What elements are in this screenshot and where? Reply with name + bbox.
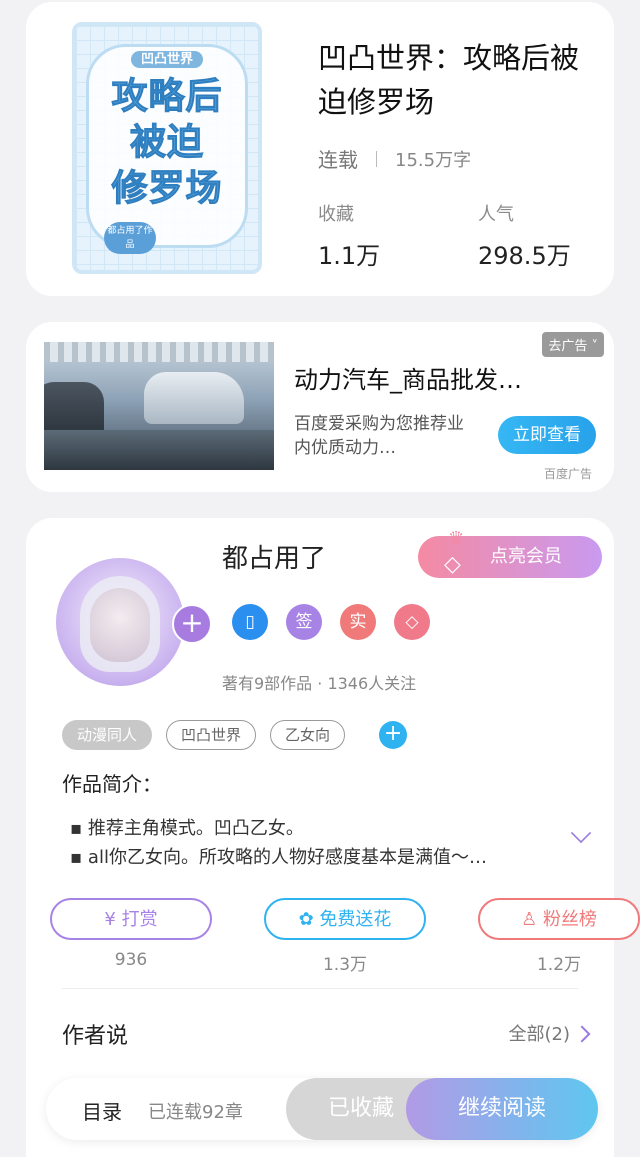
- ad-image-rails: [44, 342, 274, 362]
- ad-image-car: [144, 372, 244, 424]
- tag[interactable]: 动漫同人: [62, 720, 153, 750]
- vip-button-label: 点亮会员: [490, 546, 562, 567]
- author-info: 著有9部作品 · 1346人关注: [222, 674, 417, 693]
- ad-image[interactable]: [44, 342, 274, 470]
- free-flower-button[interactable]: ✿ 免费送花: [264, 898, 426, 940]
- fans-action: ♙ 粉丝榜 1.2万: [478, 898, 640, 975]
- add-tag-icon[interactable]: +: [379, 721, 408, 749]
- remove-ad-button[interactable]: 去广告 ˅: [542, 332, 604, 357]
- book-meta: 连载 15.5万字: [318, 144, 471, 173]
- tag-list: 动漫同人 凹凸世界 乙女向 +: [62, 720, 408, 750]
- avatar-face: [90, 588, 150, 662]
- flower-action: ✿ 免费送花 1.3万: [264, 898, 426, 975]
- stat-favorites: 收藏 1.1万: [318, 200, 380, 271]
- fans-icon: ♙: [521, 909, 538, 930]
- toc-button[interactable]: 目录: [82, 1096, 122, 1125]
- chevron-down-icon[interactable]: [570, 822, 592, 844]
- author-name[interactable]: 都占用了: [222, 538, 326, 575]
- flower-icon: ✿: [298, 909, 314, 930]
- stat-value: 1.1万: [318, 242, 381, 270]
- tip-action: ¥ 打赏 936: [50, 898, 212, 975]
- book-header-card: 凹凸世界 攻略后 被迫 修罗场 都占用了作品 凹凸世界：攻略后被迫修罗场 连载 …: [26, 2, 614, 296]
- cover-title-line: 修罗场: [111, 168, 223, 210]
- cover-title: 攻略后 被迫 修罗场: [76, 74, 258, 212]
- cover-author-badge: 都占用了作品: [104, 222, 156, 254]
- cover-title-line: 攻略后: [111, 76, 223, 118]
- ad-card[interactable]: 去广告 ˅ 动力汽车_商品批发… 百度爱采购为您推荐业内优质动力… 立即查看 百…: [26, 322, 614, 492]
- continue-reading-button[interactable]: 继续阅读: [406, 1078, 598, 1140]
- author-badges: ▯ 签 实 ◇: [232, 604, 448, 640]
- author-card: + 都占用了 ♛ ◇ 点亮会员 ▯ 签 实 ◇ 著有9部作品 · 1346人关注…: [26, 518, 640, 1157]
- follow-plus-icon[interactable]: +: [172, 604, 212, 644]
- verified-icon[interactable]: 实: [340, 604, 376, 640]
- intro-line: ▪ 推荐主角模式。凹凸乙女。: [70, 818, 304, 839]
- stat-popularity: 人气 298.5万: [478, 200, 571, 271]
- tip-count: 936: [114, 950, 148, 970]
- intro-heading: 作品简介：: [62, 772, 162, 796]
- tag[interactable]: 乙女向: [270, 720, 346, 750]
- tip-label: 打赏: [121, 909, 158, 930]
- tip-button[interactable]: ¥ 打赏: [50, 898, 212, 940]
- remove-ad-label: 去广告: [548, 339, 588, 354]
- stat-label: 人气: [478, 204, 514, 225]
- action-row: ¥ 打赏 936 ✿ 免费送花 1.3万 ♙ 粉丝榜 1.2万: [50, 898, 640, 975]
- vip-button[interactable]: ♛ ◇ 点亮会员: [418, 528, 602, 578]
- cover-title-line: 被迫: [129, 122, 204, 164]
- meta-divider: [376, 150, 377, 167]
- ad-image-floor: [44, 430, 274, 470]
- author-says-all-link[interactable]: 全部(2): [508, 1020, 591, 1046]
- tag[interactable]: 凹凸世界: [166, 720, 257, 750]
- chevron-right-icon: [573, 1025, 591, 1043]
- ad-source: 百度广告: [543, 467, 592, 481]
- bottom-bar: 目录 已连载92章 已收藏 继续阅读: [46, 1078, 598, 1140]
- avatar[interactable]: +: [56, 558, 212, 686]
- ad-view-button[interactable]: 立即查看: [498, 416, 596, 454]
- ad-description: 百度爱采购为您推荐业内优质动力…: [294, 414, 464, 458]
- flower-label: 免费送花: [319, 909, 392, 930]
- fans-label: 粉丝榜: [542, 909, 597, 930]
- ad-title[interactable]: 动力汽车_商品批发…: [294, 360, 522, 395]
- flower-count: 1.3万: [322, 955, 368, 975]
- book-cover[interactable]: 凹凸世界 攻略后 被迫 修罗场 都占用了作品: [72, 22, 262, 274]
- diamond-icon: ◇: [444, 552, 461, 577]
- cover-series: 凹凸世界: [130, 51, 203, 68]
- book-title: 凹凸世界：攻略后被迫修罗场: [318, 41, 580, 119]
- author-says-title: 作者说: [62, 1024, 129, 1049]
- intro-line: ▪ all你乙女向。所攻略的人物好感度基本是满值～…: [70, 847, 487, 868]
- word-count: 15.5万字: [395, 149, 472, 171]
- yen-icon: ¥: [104, 909, 116, 930]
- phone-icon[interactable]: ▯: [232, 604, 268, 640]
- book-status: 连载: [318, 148, 358, 172]
- chapter-count: 已连载92章: [148, 1102, 243, 1123]
- diamond-icon[interactable]: ◇: [394, 604, 430, 640]
- divider: [62, 988, 578, 989]
- sign-icon[interactable]: 签: [286, 604, 322, 640]
- intro-text[interactable]: ▪ 推荐主角模式。凹凸乙女。 ▪ all你乙女向。所攻略的人物好感度基本是满值～…: [70, 814, 550, 872]
- all-label: 全部(2): [508, 1024, 571, 1045]
- fans-rank-button[interactable]: ♙ 粉丝榜: [478, 898, 640, 940]
- fans-count: 1.2万: [536, 955, 582, 975]
- stat-value: 298.5万: [478, 242, 571, 270]
- stat-label: 收藏: [318, 204, 354, 225]
